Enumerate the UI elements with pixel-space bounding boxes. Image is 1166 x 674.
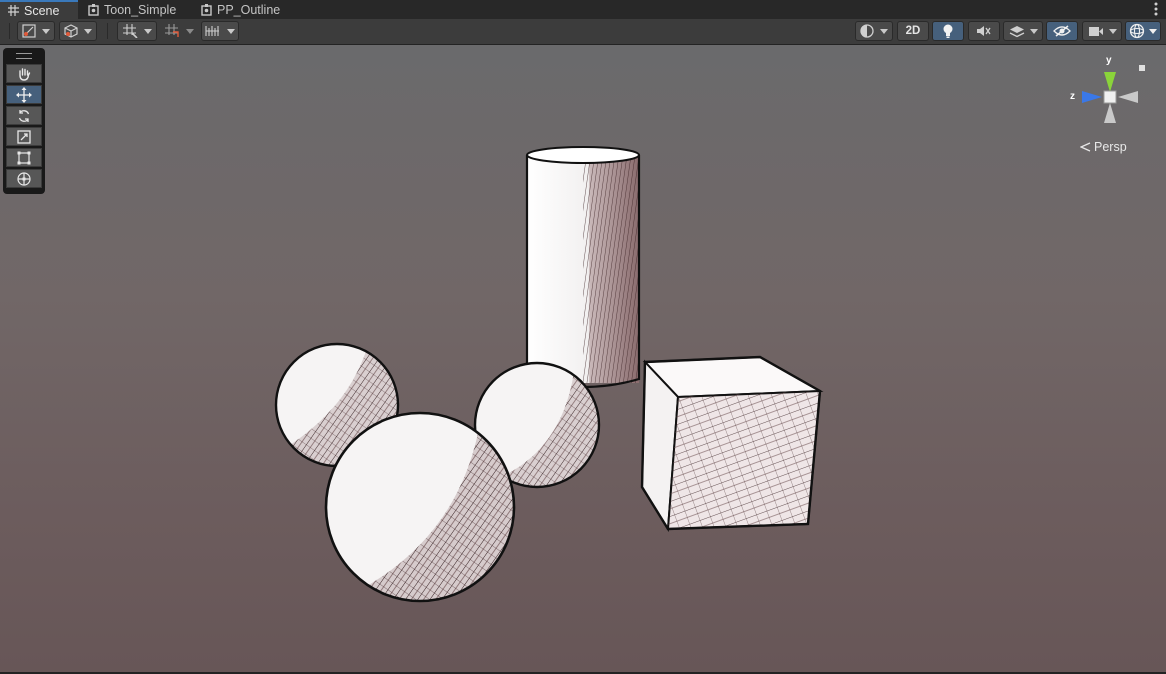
increment-snap-dropdown[interactable] (160, 21, 198, 41)
drag-handle-icon[interactable] (16, 53, 32, 59)
projection-toggle[interactable]: Persp (1080, 140, 1127, 154)
gizmo-y-axis-cone[interactable] (1104, 72, 1116, 92)
chevron-down-icon (84, 28, 92, 34)
hand-tool-button[interactable] (6, 64, 42, 83)
shading-mode-dropdown[interactable] (855, 21, 893, 41)
gizmo-y-label: y (1106, 55, 1112, 66)
lightbulb-icon (943, 24, 953, 38)
gizmo-sphere-icon (1129, 23, 1145, 39)
tool-handle-dropdown[interactable] (17, 21, 55, 41)
hand-icon (19, 67, 31, 81)
cylinder-object[interactable] (525, 146, 641, 390)
effects-dropdown[interactable] (1003, 21, 1043, 41)
perspective-icon (1080, 142, 1091, 152)
projection-label: Persp (1094, 140, 1127, 154)
chevron-down-icon (185, 28, 194, 34)
tab-scene[interactable]: Scene (0, 0, 78, 19)
camera-settings-dropdown[interactable] (1082, 21, 1122, 41)
gizmo-z-label: z (1070, 91, 1075, 102)
eye-hidden-icon (1053, 25, 1071, 37)
scene-render (274, 65, 1145, 603)
toggle-audio-button[interactable] (968, 21, 1000, 41)
gizmo-z-axis-cone[interactable] (1082, 91, 1102, 103)
grid-snap-icon (122, 24, 138, 38)
transform-tool-button[interactable] (6, 169, 42, 188)
rect-transform-icon (17, 151, 31, 164)
scene-viewport[interactable]: y z Persp (0, 45, 1166, 672)
video-camera-icon (1088, 26, 1103, 36)
chevron-down-icon (880, 28, 888, 34)
prefab-gear-icon (88, 3, 99, 16)
move-tool-button[interactable] (6, 85, 42, 104)
grid-snap-dropdown[interactable] (117, 21, 157, 41)
gizmo-lock-square[interactable] (1139, 65, 1145, 71)
cube-object[interactable] (640, 355, 824, 533)
scale-icon (17, 129, 31, 144)
ruler-icon (205, 26, 219, 36)
scale-tool-button[interactable] (6, 127, 42, 146)
tools-overlay (3, 48, 45, 194)
tab-toon-simple[interactable]: Toon_Simple (80, 0, 184, 19)
rect-tool-button[interactable] (6, 148, 42, 167)
cube-icon (64, 24, 78, 38)
transform-combo-icon (17, 171, 31, 186)
chevron-down-icon (1149, 28, 1157, 34)
gizmo-center-cube[interactable] (1103, 90, 1117, 104)
audio-mute-icon (977, 26, 991, 36)
shaded-sphere-icon (860, 24, 874, 38)
layers-icon (1009, 25, 1024, 37)
orientation-gizmo[interactable] (1082, 65, 1145, 123)
gizmo-neg-x-axis-cone[interactable] (1118, 91, 1138, 103)
toolbar-divider (107, 23, 108, 39)
toolbar-divider (9, 23, 10, 39)
scene-visibility-button[interactable] (1046, 21, 1078, 41)
toggle-2d-button[interactable]: 2D (897, 21, 929, 41)
chevron-down-icon (227, 28, 235, 34)
chevron-down-icon (143, 28, 152, 34)
prefab-gear-icon (201, 3, 212, 16)
global-local-dropdown[interactable] (59, 21, 97, 41)
snap-increment-icon (164, 24, 179, 37)
chevron-down-icon (1108, 28, 1117, 34)
tab-pp-outline-label: PP_Outline (217, 2, 281, 17)
rotate-tool-button[interactable] (6, 106, 42, 125)
grid-icon (8, 5, 19, 16)
ruler-dropdown[interactable] (201, 21, 239, 41)
tab-pp-outline[interactable]: PP_Outline (193, 0, 288, 19)
gizmo-neg-y-axis-cone[interactable] (1104, 103, 1116, 123)
tab-toon-simple-label: Toon_Simple (104, 2, 177, 17)
rotate-icon (18, 109, 30, 122)
chevron-down-icon (42, 28, 50, 34)
chevron-down-icon (1029, 28, 1038, 34)
tab-scene-label: Scene (24, 3, 60, 18)
gizmos-dropdown[interactable] (1125, 21, 1161, 41)
toggle-lighting-button[interactable] (932, 21, 964, 41)
tab-bar: Scene Toon_Simple PP_Outline (0, 0, 1166, 19)
pivot-icon (22, 24, 36, 38)
scene-toolbar: 2D (0, 19, 1166, 45)
move-arrows-icon (16, 86, 32, 103)
